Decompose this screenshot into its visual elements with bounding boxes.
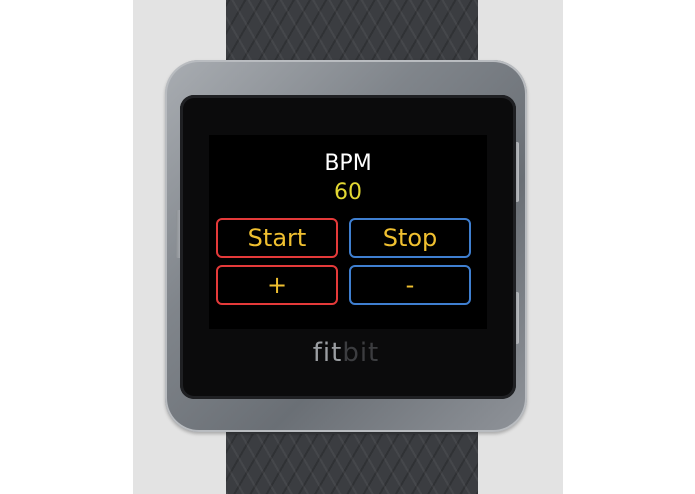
decrease-bpm-button[interactable]: - bbox=[349, 265, 471, 305]
bpm-value: 60 bbox=[334, 180, 362, 205]
watch-screen: BPM 60 Start Stop + - bbox=[209, 135, 487, 329]
fitbit-logo: fitbit bbox=[300, 338, 392, 368]
stop-button[interactable]: Stop bbox=[349, 218, 471, 258]
bpm-label: BPM bbox=[324, 151, 372, 176]
logo-part-fit: fit bbox=[312, 338, 343, 368]
logo-part-bit: bit bbox=[342, 338, 380, 368]
increase-bpm-button[interactable]: + bbox=[216, 265, 338, 305]
start-button[interactable]: Start bbox=[216, 218, 338, 258]
